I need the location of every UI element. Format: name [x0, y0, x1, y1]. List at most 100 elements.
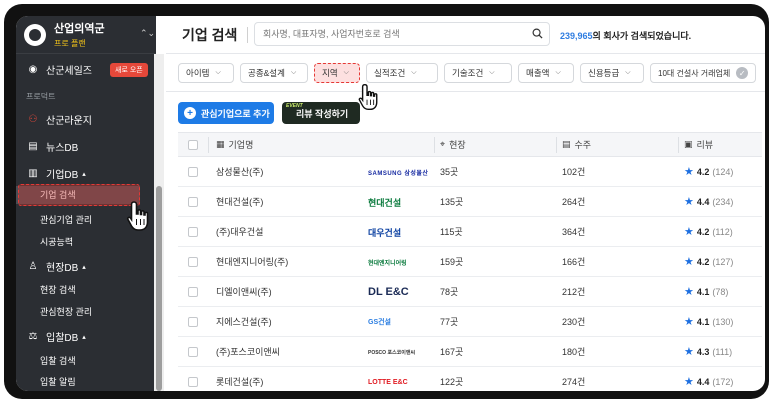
review-rating[interactable]: ★ 4.2 (112) [684, 217, 733, 246]
sidebar-sub-capability[interactable]: 시공능력 [16, 235, 73, 248]
filter-label: 지역 [322, 68, 338, 78]
row-checkbox[interactable] [188, 256, 198, 267]
column-divider [678, 137, 679, 153]
table-row[interactable]: (주)포스코이앤씨 POSCO 포스코이앤씨 167곳 180건 ★ 4.3 (111) [178, 337, 762, 367]
column-sites[interactable]: ⌖ 현장 [440, 133, 466, 156]
table-header: ▦ 기업명 ⌖ 현장 ▤ 수주 ▣ 리뷰 [178, 133, 762, 157]
company-logo: LOTTE E&C [368, 378, 408, 386]
company-name[interactable]: 삼성물산(주) [216, 157, 263, 186]
search-input[interactable] [263, 29, 523, 39]
chevron-down-icon: ⌵ [625, 69, 631, 76]
review-count: (124) [712, 166, 734, 177]
app-screen: 산업의역군 프로 플랜 ⌃⌄ ◉ 산군세일즈 새로 오픈 프로덕트 ⚇ 산군라운… [16, 16, 765, 391]
filter-label: 매출액 [526, 68, 550, 78]
order-count: 264건 [562, 197, 586, 207]
filter-label: 신용등급 [588, 68, 620, 78]
review-rating[interactable]: ★ 4.4 (172) [684, 367, 733, 391]
filter-credit[interactable]: 신용등급 ⌵ [580, 63, 644, 83]
row-checkbox[interactable] [188, 376, 198, 387]
sidebar-item-lounge[interactable]: ⚇ 산군라운지 [16, 112, 92, 127]
row-checkbox[interactable] [188, 226, 198, 237]
plus-icon: + [184, 107, 196, 119]
row-checkbox[interactable] [188, 316, 198, 327]
collapse-arrow-icon[interactable]: ▴ [82, 333, 86, 341]
location-pin-icon: ⌖ [440, 139, 446, 149]
review-rating[interactable]: ★ 4.4 (234) [684, 187, 733, 216]
chevron-down-icon: ⌵ [411, 69, 417, 76]
filter-technology[interactable]: 기술조건 ⌵ [444, 63, 512, 83]
column-company[interactable]: ▦ 기업명 [216, 133, 253, 156]
row-checkbox[interactable] [188, 346, 198, 357]
review-rating[interactable]: ★ 4.2 (127) [684, 247, 733, 276]
sidebar-item-label: 산군라운지 [46, 116, 92, 127]
filter-work-type[interactable]: 공종&설계 ⌵ [240, 63, 308, 83]
button-label: 관심기업으로 추가 [201, 108, 270, 119]
add-favorite-button[interactable]: + 관심기업으로 추가 [178, 102, 274, 124]
review-rating[interactable]: ★ 4.2 (124) [684, 157, 733, 186]
company-name[interactable]: 현대엔지니어링(주) [216, 247, 288, 276]
rating-score: 4.3 [696, 346, 710, 357]
filter-top10-partner[interactable]: 10대 건설사 거래업체 ✓ [650, 63, 756, 83]
site-count: 115곳 [440, 227, 463, 237]
star-icon: ★ [684, 226, 694, 238]
table-row[interactable]: (주)대우건설 대우건설 115곳 364건 ★ 4.2 (112) [178, 217, 762, 247]
table-row[interactable]: 삼성물산(주) SAMSUNG 삼성물산 35곳 102건 ★ 4.2 (124) [178, 157, 762, 187]
rating-score: 4.2 [696, 256, 710, 267]
search-icon[interactable] [532, 28, 543, 39]
company-name[interactable]: (주)대우건설 [216, 217, 263, 246]
sidebar-item-label: 기업DB [46, 170, 79, 181]
brand[interactable]: 산업의역군 프로 플랜 ⌃⌄ [16, 16, 156, 54]
page-title: 기업 검색 [182, 26, 238, 43]
star-icon: ★ [684, 256, 694, 268]
sidebar-item-site-db[interactable]: ♙ 현장DB ▴ [16, 259, 86, 274]
filter-item[interactable]: 아이템 ⌵ [178, 63, 234, 83]
table-row[interactable]: 롯데건설(주) LOTTE E&C 122곳 274건 ★ 4.4 (172) [178, 367, 762, 391]
company-name[interactable]: 현대건설(주) [216, 187, 263, 216]
filter-revenue[interactable]: 매출액 ⌵ [518, 63, 574, 83]
sidebar-sub-favorite-companies[interactable]: 관심기업 관리 [16, 213, 92, 226]
sidebar-sub-bid-search[interactable]: 입찰 검색 [16, 354, 76, 367]
sidebar-item-news[interactable]: ▤ 뉴스DB [16, 139, 78, 154]
chart-icon: ▥ [28, 168, 38, 179]
row-checkbox[interactable] [188, 286, 198, 297]
site-icon: ♙ [28, 261, 38, 272]
sidebar-sub-favorite-sites[interactable]: 관심현장 관리 [16, 305, 92, 318]
review-rating[interactable]: ★ 4.1 (78) [684, 277, 728, 306]
company-name[interactable]: 지에스건설(주) [216, 307, 272, 336]
news-icon: ▤ [28, 141, 38, 152]
table-row[interactable]: 현대건설(주) 현대건설 135곳 264건 ★ 4.4 (234) [178, 187, 762, 217]
review-rating[interactable]: ★ 4.3 (111) [684, 337, 732, 366]
review-rating[interactable]: ★ 4.1 (130) [684, 307, 733, 336]
company-name[interactable]: (주)포스코이앤씨 [216, 337, 280, 366]
order-count: 274건 [562, 377, 586, 387]
column-reviews[interactable]: ▣ 리뷰 [684, 133, 713, 156]
collapse-arrow-icon[interactable]: ▴ [82, 263, 86, 271]
chevron-updown-icon[interactable]: ⌃⌄ [140, 28, 155, 39]
sidebar-item-company-db[interactable]: ▥ 기업DB ▴ [16, 166, 86, 181]
search-field[interactable] [254, 22, 550, 46]
row-checkbox[interactable] [188, 166, 198, 177]
filter-performance[interactable]: 실적조건 ⌵ [366, 63, 438, 83]
sidebar-item-label: 현장DB [46, 263, 79, 274]
sidebar-item-label: 입찰DB [46, 333, 79, 344]
rating-score: 4.1 [696, 316, 710, 327]
table-row[interactable]: 디엘이앤씨(주) DL E&C 78곳 212건 ★ 4.1 (78) [178, 277, 762, 307]
sidebar-sub-site-search[interactable]: 현장 검색 [16, 283, 76, 296]
column-label: 기업명 [228, 140, 254, 150]
section-label: 프로덕트 [26, 92, 56, 101]
sidebar-item-sales[interactable]: ◉ 산군세일즈 새로 오픈 [16, 62, 148, 77]
sidebar-sub-bid-alert[interactable]: 입찰 알림 [16, 375, 76, 388]
table-row[interactable]: 지에스건설(주) GS건설 77곳 230건 ★ 4.1 (130) [178, 307, 762, 337]
company-name[interactable]: 롯데건설(주) [216, 367, 263, 391]
filter-region[interactable]: 지역 ⌵ [314, 63, 360, 83]
collapse-arrow-icon[interactable]: ▴ [82, 170, 86, 178]
sidebar-item-bid-db[interactable]: ⚖ 입찰DB ▴ [16, 329, 86, 344]
select-all-checkbox[interactable] [188, 139, 198, 150]
column-orders[interactable]: ▤ 수주 [562, 133, 591, 156]
filter-bar: 아이템 ⌵ 공종&설계 ⌵ 지역 ⌵ 실적조건 ⌵ 기술조건 ⌵ 매출액 ⌵ 신용등급 ⌵ 1… [166, 54, 765, 92]
row-checkbox[interactable] [188, 196, 198, 207]
table-row[interactable]: 현대엔지니어링(주) 현대엔지니어링 159곳 166건 ★ 4.2 (127) [178, 247, 762, 277]
write-review-button[interactable]: EVENT 리뷰 작성하기 [282, 102, 360, 124]
company-name[interactable]: 디엘이앤씨(주) [216, 277, 272, 306]
review-count: (78) [712, 286, 729, 297]
